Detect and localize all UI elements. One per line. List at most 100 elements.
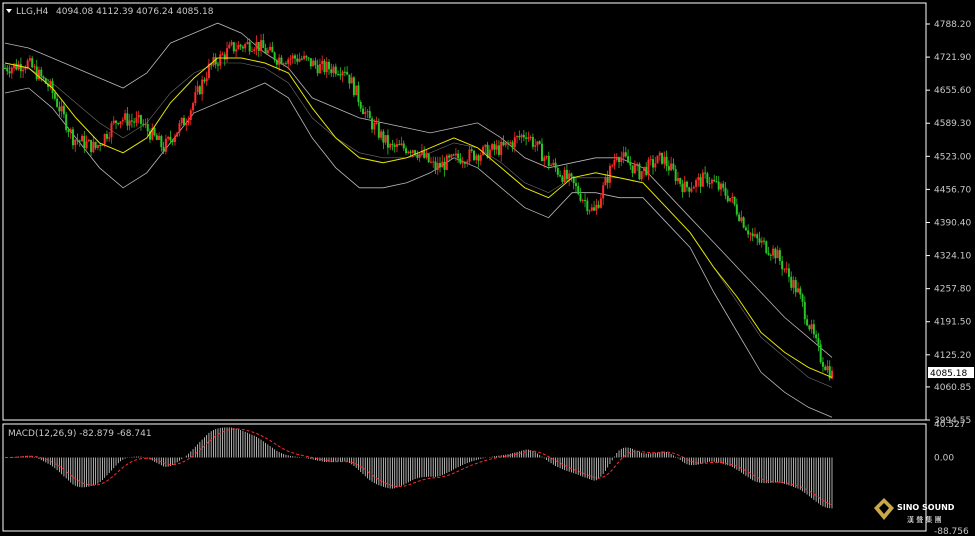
candle-body (545, 155, 548, 158)
current-price-text: 4085.18 (930, 369, 967, 379)
candle-body (400, 143, 403, 146)
candle-body (271, 46, 274, 53)
candle-body (719, 183, 722, 190)
price-chart: 4788.20 4721.90 4655.60 4589.30 4523.00 4456.… (2, 2, 974, 536)
candle-body (130, 120, 133, 122)
candle-body (522, 134, 525, 138)
candle-body (371, 118, 374, 130)
candle-body (454, 153, 457, 156)
candle-body (525, 137, 528, 139)
price-tick-label: 4125.20 (934, 351, 971, 361)
candle-body (484, 144, 487, 147)
candle-body (482, 146, 485, 155)
candle-body (203, 79, 206, 82)
candle-body (803, 301, 806, 320)
candle-body (26, 60, 29, 69)
candle-body (527, 137, 530, 139)
candle-body (76, 139, 79, 141)
candle-body (477, 155, 480, 161)
candle-body (71, 129, 74, 146)
candle-body (493, 144, 496, 150)
candle-body (710, 179, 713, 184)
candle-body (158, 135, 161, 140)
candle-body (722, 183, 725, 188)
candle-body (509, 142, 512, 144)
logo-brand: SINO SOUND (897, 503, 955, 512)
candle-body (747, 230, 750, 235)
candle-body (350, 77, 353, 84)
candle-body (769, 254, 772, 256)
candle-body (67, 130, 70, 133)
candle-body (178, 123, 181, 133)
candle-body (65, 114, 68, 131)
candle-body (244, 44, 247, 49)
candle-body (78, 140, 81, 142)
candle-body (395, 144, 398, 147)
candle-body (466, 161, 469, 164)
candle-body (366, 111, 369, 113)
candle-body (294, 55, 297, 59)
candle-body (201, 79, 204, 95)
candle-body (717, 181, 720, 190)
candle-body (167, 136, 170, 139)
macd-tick-label: -88.756 (934, 527, 969, 536)
candle-body (407, 151, 410, 154)
candle-body (731, 196, 734, 199)
candle-body (744, 227, 747, 231)
candle-body (164, 138, 167, 152)
candle-body (246, 42, 249, 45)
candle-body (751, 233, 754, 237)
candle-body (704, 172, 707, 174)
candle-body (568, 173, 571, 180)
candle-body (593, 207, 596, 211)
candle-body (638, 163, 641, 180)
candle-body (341, 71, 344, 76)
candle-body (624, 152, 627, 157)
candle-body (749, 233, 752, 235)
candle-body (554, 162, 557, 169)
candle-body (411, 150, 414, 153)
candle-body (69, 129, 72, 133)
candle-body (405, 148, 408, 154)
candle-body (808, 325, 811, 330)
candle-body (742, 217, 745, 228)
candle-body (729, 198, 732, 202)
candle-body (90, 139, 93, 153)
candle-body (257, 42, 260, 52)
candle-body (726, 195, 729, 202)
candle-body (518, 135, 521, 138)
candle-body (756, 234, 759, 239)
candle-body (42, 76, 45, 79)
price-tick-label: 4257.80 (934, 285, 971, 295)
price-tick-label: 4060.85 (934, 383, 971, 393)
candle-body (35, 66, 38, 80)
candle-body (590, 207, 593, 211)
candle-body (348, 74, 351, 84)
candle-body (652, 159, 655, 168)
candle-body (618, 158, 621, 163)
candle-body (506, 142, 509, 144)
candle-body (658, 152, 661, 156)
candle-body (443, 161, 446, 170)
candle-body (427, 153, 430, 163)
candle-body (389, 143, 392, 148)
candle-body (473, 150, 476, 160)
candle-body (434, 161, 437, 170)
candle-body (821, 362, 824, 367)
candle-body (343, 71, 346, 73)
symbol-label: LLG,H4 (16, 7, 49, 17)
candle-body (303, 55, 306, 60)
candle-body (581, 199, 584, 201)
candle-body (656, 155, 659, 164)
candle-body (17, 64, 20, 70)
candle-body (260, 40, 263, 52)
candle-body (436, 163, 439, 170)
candle-body (189, 110, 192, 120)
candle-body (321, 61, 324, 65)
candle-body (781, 260, 784, 270)
candle-body (325, 61, 328, 73)
candle-body (8, 71, 11, 74)
dropdown-triangle-icon[interactable] (6, 9, 12, 13)
bollinger-bands (4, 22, 833, 418)
candle-body (495, 145, 498, 150)
